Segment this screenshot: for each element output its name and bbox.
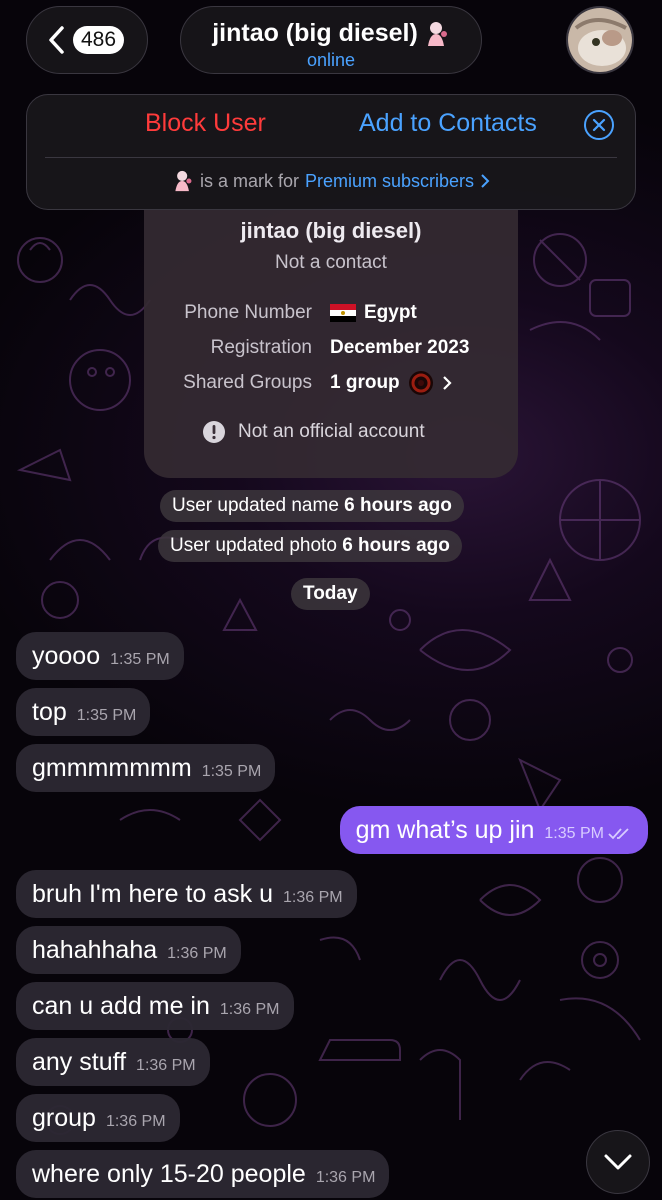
official-account-notice: Not an official account — [202, 420, 425, 444]
registration-value: December 2023 — [330, 337, 470, 358]
chevron-right-icon — [442, 376, 452, 390]
card-name: jintao (big diesel) — [240, 218, 422, 243]
message-bubble-incoming[interactable]: can u add me in 1:36 PM — [16, 982, 294, 1030]
chat-name: jintao (big diesel) — [212, 19, 418, 47]
contact-action-panel: Block User Add to Contacts is a mark for… — [26, 94, 636, 210]
chevron-right-icon — [481, 174, 490, 188]
back-chevron-icon — [49, 26, 64, 54]
chat-title[interactable]: jintao (big diesel) online — [180, 6, 482, 74]
message-bubble-incoming[interactable]: any stuff 1:36 PM — [16, 1038, 210, 1086]
read-double-check-icon — [608, 828, 629, 840]
unread-count-badge: 486 — [73, 26, 125, 54]
contact-info-card: jintao (big diesel) Not a contact Phone … — [144, 210, 518, 478]
egypt-flag-icon — [330, 304, 356, 322]
message-bubble-incoming[interactable]: where only 15-20 people 1:36 PM — [16, 1150, 390, 1198]
service-message-photo-update: User updated photo 6 hours ago — [158, 530, 462, 562]
group-avatar-icon — [408, 371, 433, 395]
chevron-down-icon — [604, 1154, 632, 1170]
avatar[interactable] — [566, 6, 634, 74]
message-bubble-incoming[interactable]: yoooo 1:35 PM — [16, 632, 184, 680]
registration-label: Registration — [210, 337, 312, 358]
online-status: online — [306, 50, 356, 70]
scroll-to-bottom-button[interactable] — [586, 1130, 650, 1194]
message-bubble-incoming[interactable]: top 1:35 PM — [16, 688, 151, 736]
back-button[interactable]: 486 — [26, 6, 148, 74]
shared-groups-label: Shared Groups — [183, 372, 312, 393]
shared-groups-value[interactable]: 1 group — [330, 370, 452, 396]
premium-emoji-status-icon — [175, 170, 192, 192]
message-bubble-outgoing[interactable]: gm what’s up jin 1:35 PM — [339, 806, 648, 854]
premium-link[interactable]: Premium subscribers — [305, 171, 474, 192]
premium-emoji-status-icon — [427, 21, 447, 46]
date-divider: Today — [291, 578, 370, 610]
panel-divider — [45, 157, 617, 158]
block-user-button[interactable]: Block User — [145, 109, 266, 138]
phone-value: Egypt — [330, 302, 417, 324]
message-bubble-incoming[interactable]: group 1:36 PM — [16, 1094, 180, 1142]
add-to-contacts-button[interactable]: Add to Contacts — [359, 109, 537, 138]
message-bubble-incoming[interactable]: hahahhaha 1:36 PM — [16, 926, 241, 974]
premium-notice[interactable]: is a mark for Premium subscribers — [27, 169, 635, 193]
phone-label: Phone Number — [184, 302, 312, 323]
info-circle-icon — [203, 421, 225, 443]
message-bubble-incoming[interactable]: gmmmmmmm 1:35 PM — [16, 744, 276, 792]
close-icon[interactable] — [583, 109, 615, 141]
premium-prefix: is a mark for — [199, 170, 299, 191]
card-subtitle: Not a contact — [275, 252, 387, 273]
message-bubble-incoming[interactable]: bruh I'm here to ask u 1:36 PM — [16, 870, 357, 918]
service-message-name-update: User updated name 6 hours ago — [160, 490, 464, 522]
